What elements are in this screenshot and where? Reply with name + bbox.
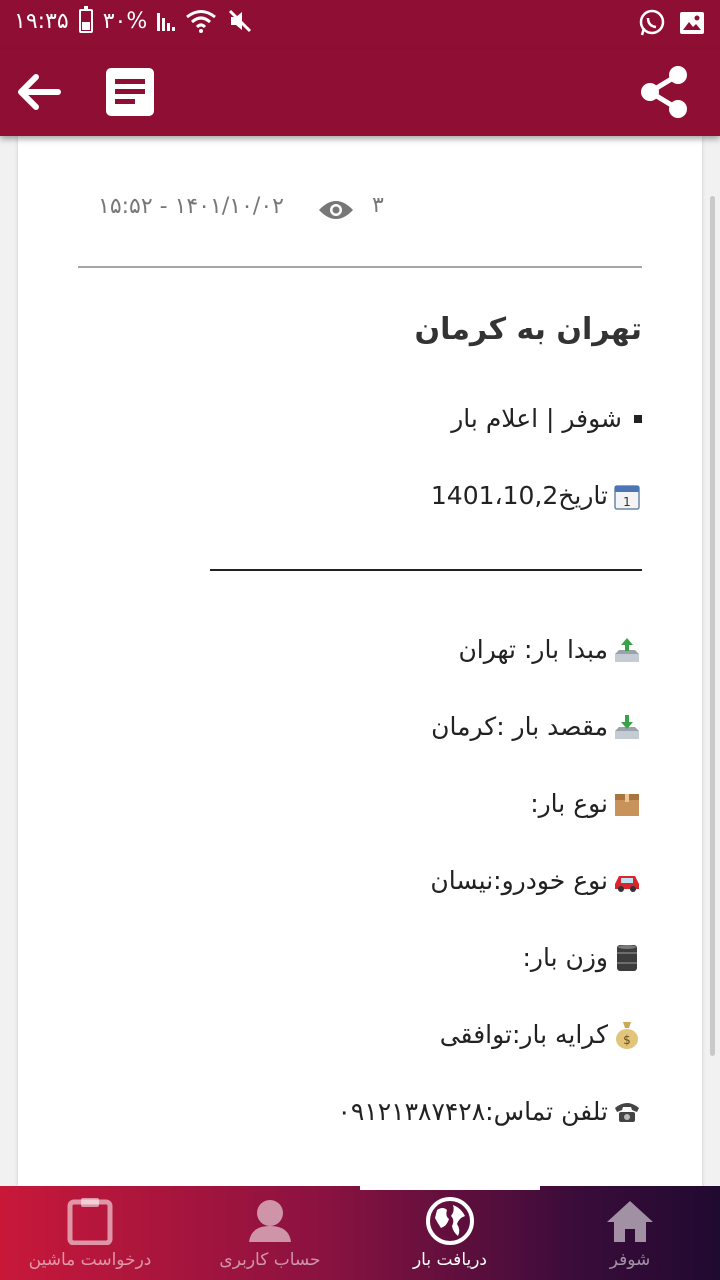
battery-icon xyxy=(78,6,93,33)
svg-text:$: $ xyxy=(623,1033,631,1047)
post-cargo-type: نوع بار: xyxy=(78,765,642,842)
post-fare: $ کرایه بار:توافقی xyxy=(78,996,642,1073)
post-destination: مقصد بار :کرمان xyxy=(78,688,642,765)
tab-chauffeur[interactable]: شوفر xyxy=(540,1186,720,1280)
user-icon xyxy=(247,1196,293,1246)
post-weight: وزن بار: xyxy=(78,919,642,996)
post-category-text: شوفر | اعلام بار xyxy=(451,404,622,433)
globe-icon xyxy=(425,1196,475,1246)
wifi-icon xyxy=(185,9,217,33)
post-title: تهران به کرمان xyxy=(414,312,642,347)
tab-request-car-label: درخواست ماشین xyxy=(28,1250,152,1270)
status-bar-left: ۱۹:۳۵ ۳۰% xyxy=(14,6,253,34)
post-date-line: 1 تاریخ1401،10,2 xyxy=(78,457,642,534)
home-icon xyxy=(605,1196,655,1246)
battery-percent: ۳۰% xyxy=(102,8,148,34)
tab-user-account-label: حساب کاربری xyxy=(219,1250,321,1270)
post-date-text: تاریخ1401،10,2 xyxy=(430,481,608,510)
bottom-navigation: درخواست ماشین حساب کاربری دریافت بار شوف… xyxy=(0,1186,720,1280)
post-cargo-type-text: نوع بار: xyxy=(530,789,608,818)
post-weight-text: وزن بار: xyxy=(522,943,608,972)
tab-receive-cargo-label: دریافت بار xyxy=(412,1250,488,1270)
car-icon xyxy=(612,866,642,896)
tab-receive-cargo[interactable]: دریافت بار xyxy=(360,1186,540,1280)
post-fare-text: کرایه بار:توافقی xyxy=(439,1020,608,1049)
clipboard-icon xyxy=(67,1196,113,1246)
tab-request-car[interactable]: درخواست ماشین xyxy=(0,1186,180,1280)
outbox-tray-icon xyxy=(612,635,642,665)
post-date: ۱۵:۵۲ - ۱۴۰۱/۱۰/۰۲ xyxy=(98,194,284,219)
money-bag-icon: $ xyxy=(612,1020,642,1050)
post-origin-text: مبدا بار: تهران xyxy=(458,635,608,664)
app-bar xyxy=(0,50,720,136)
calendar-icon: 1 xyxy=(612,481,642,511)
post-origin: مبدا بار: تهران xyxy=(78,611,642,688)
svg-text:1: 1 xyxy=(623,495,631,509)
document-icon xyxy=(106,68,154,116)
document-button[interactable] xyxy=(100,62,160,122)
post-body: تهران به کرمان شوفر | اعلام بار 1 تاریخ1… xyxy=(78,300,642,1150)
signal-icon xyxy=(157,11,176,31)
back-button[interactable] xyxy=(8,62,68,122)
mute-icon xyxy=(227,8,253,34)
package-icon xyxy=(612,789,642,819)
post-phone-text: تلفن تماس:۰۹۱۲۱۳۸۷۴۲۸ xyxy=(337,1097,608,1126)
telephone-icon xyxy=(612,1097,642,1127)
arrow-left-icon xyxy=(18,74,61,110)
status-time: ۱۹:۳۵ xyxy=(14,8,69,34)
share-button[interactable] xyxy=(634,62,694,122)
bullet-icon xyxy=(634,414,642,423)
post-destination-text: مقصد بار :کرمان xyxy=(431,712,608,741)
post-vehicle-type-text: نوع خودرو:نیسان xyxy=(430,866,608,895)
inbox-tray-icon xyxy=(612,712,642,742)
status-bar-right xyxy=(638,9,706,41)
tab-user-account[interactable]: حساب کاربری xyxy=(180,1186,360,1280)
post-category: شوفر | اعلام بار xyxy=(78,380,642,457)
scrollbar[interactable] xyxy=(710,196,715,1056)
share-icon xyxy=(641,66,687,118)
meta-divider xyxy=(78,266,642,268)
eye-icon xyxy=(318,198,354,226)
gallery-icon xyxy=(678,9,706,41)
oil-drum-icon xyxy=(612,943,642,973)
text-separator xyxy=(78,534,642,611)
post-phone: تلفن تماس:۰۹۱۲۱۳۸۷۴۲۸ xyxy=(78,1073,642,1150)
status-bar: ۱۹:۳۵ ۳۰% xyxy=(0,0,720,50)
whatsapp-icon xyxy=(638,9,666,41)
tab-chauffeur-label: شوفر xyxy=(609,1250,651,1270)
post-vehicle-type: نوع خودرو:نیسان xyxy=(78,842,642,919)
post-meta: ۱۵:۵۲ - ۱۴۰۱/۱۰/۰۲ ۳ xyxy=(80,190,400,230)
view-count: ۳ xyxy=(372,193,384,218)
